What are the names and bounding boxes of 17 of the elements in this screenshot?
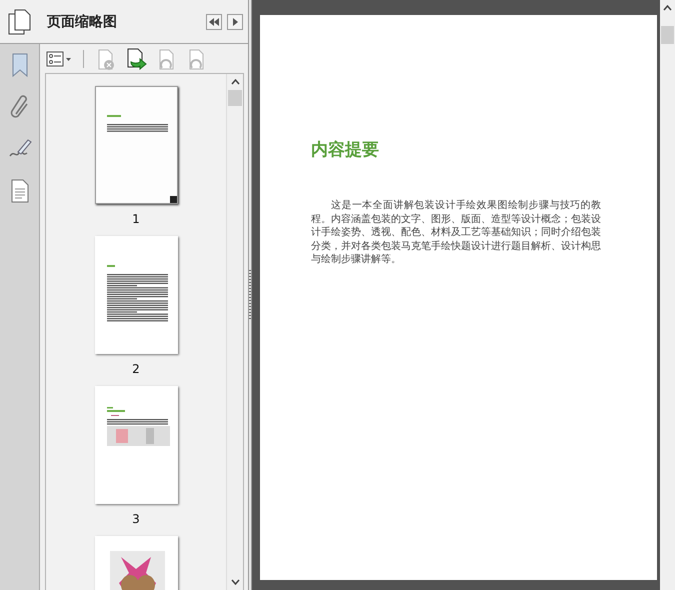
panel-title: 页面缩略图 (47, 12, 118, 30)
page-paragraph: 这是一本全面讲解包装设计手绘效果图绘制步骤与技巧的教程。内容涵盖包装的文字、图形、版面、造型等设计概念；包装设计手绘姿势、透视、配色、材料及工艺等基础知识；同时介绍包装分类，并对各类包装马克笔手绘快题设计进行题目解析、设计构思与绘制步骤讲解等。 (311, 199, 601, 266)
collapse-button[interactable] (206, 14, 222, 30)
right-arrow-icon (231, 16, 239, 26)
page-number: 3 (132, 511, 140, 528)
page-thumbnail[interactable] (94, 86, 178, 204)
chevron-up-icon (230, 79, 240, 85)
scrollbar-thumb[interactable] (228, 90, 242, 106)
pages-icon[interactable] (8, 8, 32, 34)
double-left-arrow-icon (208, 16, 220, 26)
chevron-down-icon (230, 579, 240, 585)
expand-button[interactable] (227, 14, 243, 30)
chevron-up-icon (663, 5, 672, 11)
scrollbar-thumb[interactable] (661, 26, 674, 44)
page-heading: 内容提要 (311, 139, 380, 161)
page-number: 2 (132, 361, 140, 378)
page-number: 1 (132, 211, 140, 228)
